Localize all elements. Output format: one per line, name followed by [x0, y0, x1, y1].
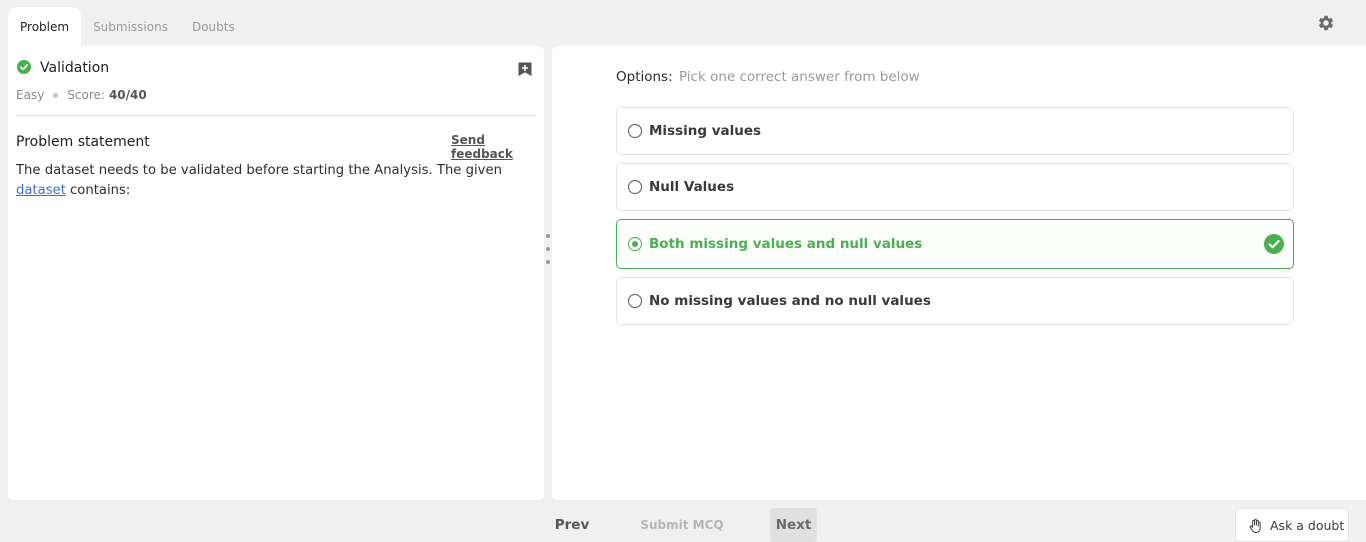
difficulty-label: Easy: [16, 88, 45, 102]
option-label: No missing values and no null values: [649, 293, 931, 309]
radio-button[interactable]: [628, 294, 642, 308]
statement-heading: Problem statement: [16, 134, 150, 150]
radio-button[interactable]: [628, 237, 642, 251]
option-3[interactable]: Both missing values and null values: [616, 219, 1294, 269]
ask-doubt-label: Ask a doubt: [1270, 517, 1345, 533]
problem-title: Validation: [40, 60, 110, 76]
send-feedback-link[interactable]: Send feedback: [451, 133, 544, 161]
options-label: Options:: [616, 69, 673, 85]
options-hint: Pick one correct answer from below: [678, 69, 920, 85]
option-1[interactable]: Missing values: [616, 107, 1294, 155]
bookmark-add-icon[interactable]: [517, 61, 533, 77]
check-circle-icon: [17, 60, 31, 74]
divider: [16, 115, 536, 116]
prev-button[interactable]: Prev: [546, 508, 598, 542]
option-label: Null Values: [649, 179, 735, 195]
gear-icon[interactable]: [1317, 14, 1335, 32]
answer-panel: Options: Pick one correct answer from be…: [552, 46, 1366, 500]
tab-bar: Problem Submissions Doubts: [8, 7, 247, 46]
hand-icon: [1249, 518, 1261, 534]
score-label: Score:: [67, 88, 105, 102]
tab-submissions[interactable]: Submissions: [81, 7, 180, 46]
options-heading: Options: Pick one correct answer from be…: [616, 69, 920, 85]
radio-button[interactable]: [628, 124, 642, 138]
ask-doubt-button[interactable]: Ask a doubt: [1235, 508, 1349, 542]
submit-mcq-button[interactable]: Submit MCQ: [638, 508, 726, 542]
statement-text: The dataset needs to be validated before…: [16, 163, 502, 178]
radio-button[interactable]: [628, 180, 642, 194]
problem-meta: Easy Score: 40/40: [16, 88, 147, 102]
score-value: 40/40: [108, 88, 147, 102]
app-root: Problem Submissions Doubts Validation Ea…: [0, 0, 1366, 542]
problem-statement: The dataset needs to be validated before…: [16, 161, 536, 201]
dataset-link[interactable]: dataset: [16, 183, 66, 198]
panel-resize-handle[interactable]: [545, 234, 551, 266]
option-2[interactable]: Null Values: [616, 163, 1294, 211]
separator-dot: [53, 92, 59, 98]
check-circle-icon: [1264, 234, 1284, 254]
option-label: Missing values: [649, 123, 762, 139]
tab-doubts[interactable]: Doubts: [180, 7, 247, 46]
option-label: Both missing values and null values: [649, 236, 923, 252]
problem-panel: Validation Easy Score: 40/40 Problem sta…: [8, 46, 544, 500]
tab-problem[interactable]: Problem: [8, 7, 82, 46]
next-button[interactable]: Next: [770, 508, 817, 542]
statement-text-end: contains:: [65, 183, 131, 198]
option-4[interactable]: No missing values and no null values: [616, 277, 1294, 325]
